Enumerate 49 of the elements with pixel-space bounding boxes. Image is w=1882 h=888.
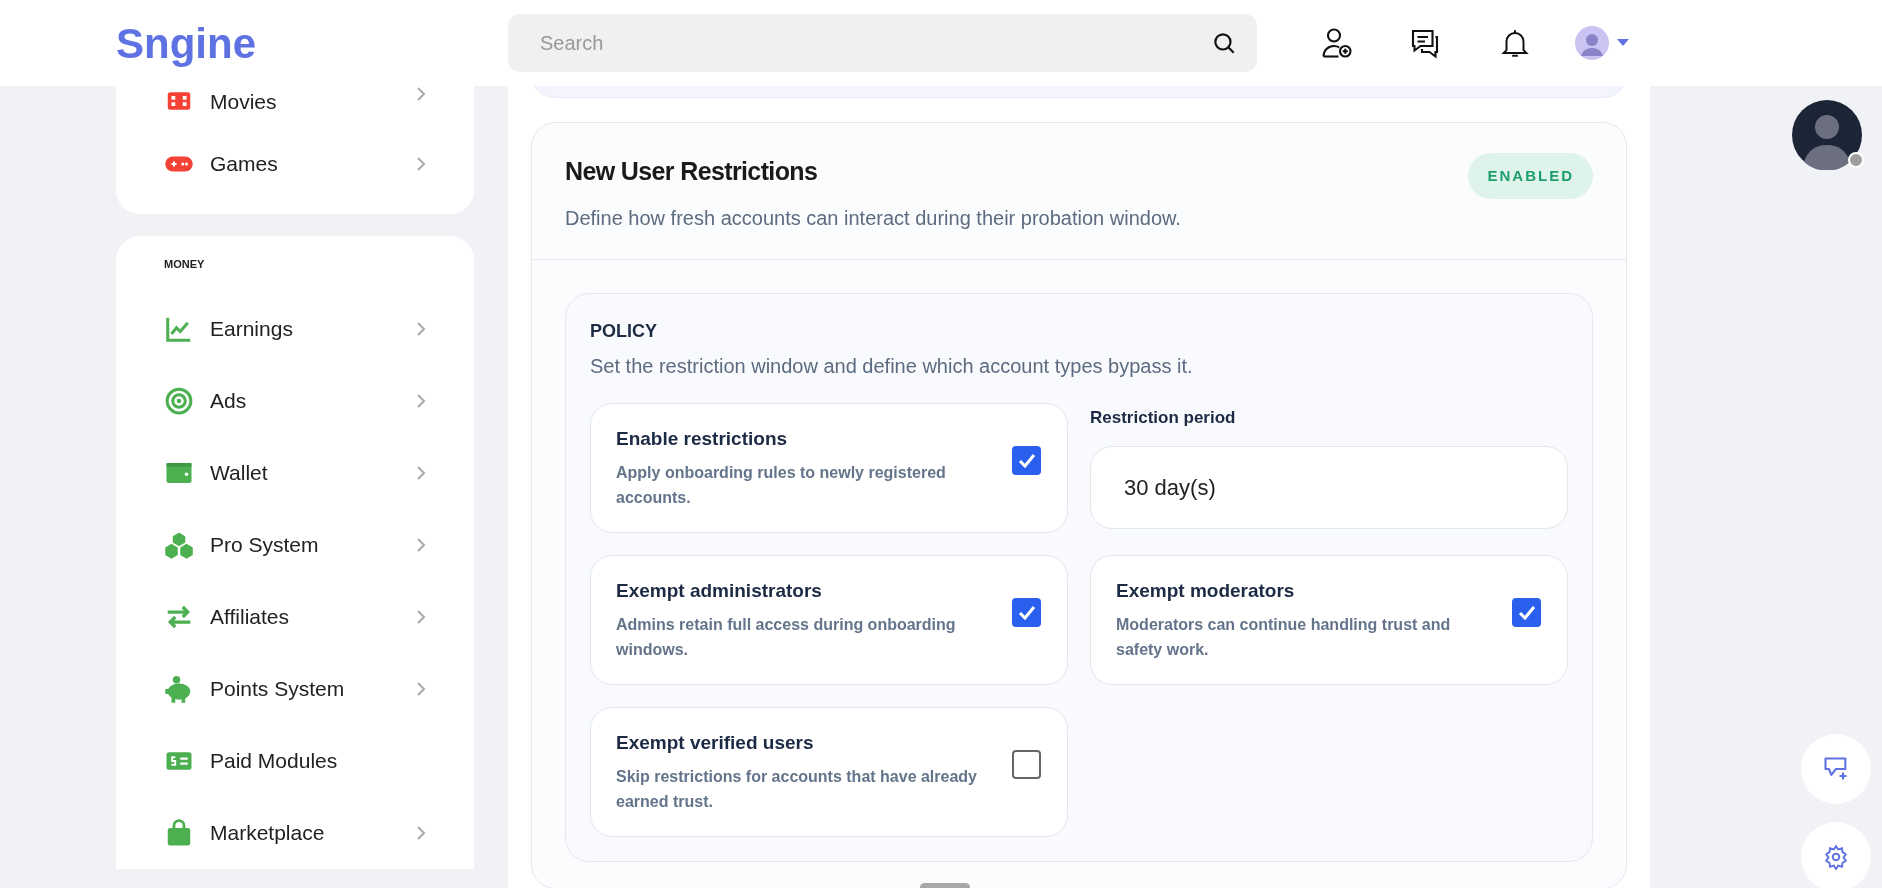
sidebar-item[interactable]: Marketplace <box>116 796 474 869</box>
sidebar-item[interactable]: Ads <box>116 364 474 437</box>
checkbox[interactable] <box>1512 598 1541 627</box>
avatar-icon[interactable] <box>1575 26 1609 60</box>
sidebar-label: Points System <box>210 675 346 702</box>
option-description: Admins retain full access during onboarding windows. <box>616 614 957 660</box>
policy-description: Set the restriction window and define which account types bypass it. <box>590 353 1194 379</box>
field-label: Restriction period <box>1090 406 1237 429</box>
sidebar-item[interactable]: Movies <box>116 86 474 128</box>
status-badge: ENABLED <box>1468 153 1593 199</box>
profile-avatar[interactable] <box>1792 100 1862 170</box>
sidebar-label: Movies <box>210 89 278 115</box>
option-title: Exempt administrators <box>616 579 823 604</box>
checkbox[interactable] <box>1012 750 1041 779</box>
settings-icon <box>1823 844 1849 870</box>
sidebar-label: Ads <box>210 387 248 414</box>
checkbox[interactable] <box>1012 446 1041 475</box>
option-title: Enable restrictions <box>616 427 789 452</box>
sidebar-item[interactable]: Wallet <box>116 436 474 509</box>
sidebar-label: Earnings <box>210 315 294 342</box>
sidebar-label: Games <box>210 151 279 178</box>
sidebar-label: Wallet <box>210 459 269 486</box>
logo[interactable]: Sngine <box>116 11 508 75</box>
sidebar-item[interactable]: Earnings <box>116 292 474 365</box>
sidebar-label: Paid Modules <box>210 747 339 774</box>
sidebar-item[interactable]: Pro System <box>116 508 474 581</box>
caret-icon[interactable] <box>1617 39 1629 47</box>
sidebar-heading: MONEY <box>164 257 206 272</box>
sidebar-label: Affiliates <box>210 603 290 630</box>
search-field[interactable]: Search <box>508 14 1257 72</box>
search-icon[interactable] <box>1211 30 1237 56</box>
sidebar-label: Pro System <box>210 531 320 558</box>
sidebar-item[interactable]: Points System <box>116 652 474 725</box>
option-description: Moderators can continue handling trust and safety work. <box>1116 614 1452 660</box>
chat-plus-icon <box>1822 755 1850 783</box>
input-field[interactable]: 30 day(s) <box>1090 446 1568 529</box>
sidebar-label: Marketplace <box>210 819 326 846</box>
section-title: New User Restrictions <box>565 156 819 187</box>
option-title: Exempt verified users <box>616 731 815 756</box>
sidebar-item[interactable]: Affiliates <box>116 580 474 653</box>
option-description: Skip restrictions for accounts that have already earned trust. <box>616 766 978 812</box>
section-description: Define how fresh accounts can interact during their probation window. <box>565 205 1181 231</box>
sidebar-item[interactable]: Games <box>116 128 474 200</box>
target-icon <box>164 385 194 416</box>
option-title: Exempt moderators <box>1116 579 1296 604</box>
sidebar-item[interactable]: Paid Modules <box>116 724 474 797</box>
checkbox[interactable] <box>1012 598 1041 627</box>
policy-title: POLICY <box>590 319 658 343</box>
option-description: Apply onboarding rules to newly registered accounts. <box>616 462 947 508</box>
